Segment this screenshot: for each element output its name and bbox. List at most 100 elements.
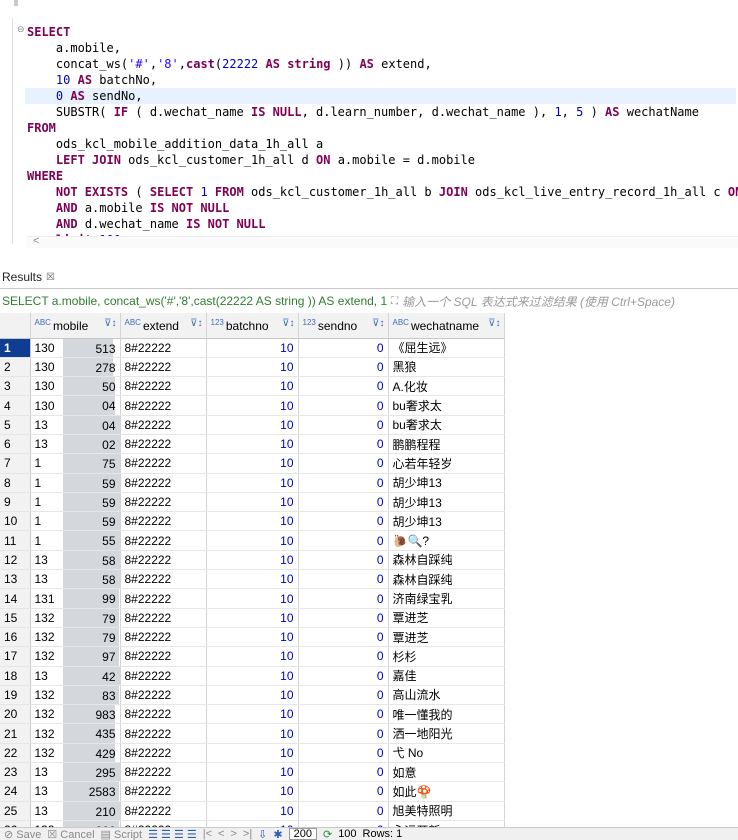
wechatname-cell[interactable]: 杉杉 bbox=[388, 646, 505, 667]
scroll-left-arrow-icon[interactable]: < bbox=[33, 235, 39, 247]
batchno-cell[interactable]: 10 bbox=[206, 627, 299, 648]
extend-cell[interactable]: 8#22222 bbox=[120, 376, 207, 397]
extend-cell[interactable]: 8#22222 bbox=[120, 357, 207, 378]
row-number[interactable]: 20 bbox=[0, 704, 31, 725]
table-row[interactable]: 23 13 295 8#22222 10 0 如意 bbox=[0, 762, 505, 783]
sendno-cell[interactable]: 0 bbox=[298, 415, 389, 435]
nav-next-icon[interactable]: > bbox=[230, 828, 236, 840]
wechatname-cell[interactable]: 高山流水 bbox=[388, 685, 505, 706]
mobile-cell[interactable]: 132 983 bbox=[30, 704, 121, 725]
row-number[interactable]: 22 bbox=[0, 743, 31, 764]
batchno-cell[interactable]: 10 bbox=[206, 743, 299, 764]
mobile-cell[interactable]: 13 58 bbox=[30, 569, 121, 590]
batchno-cell[interactable]: 10 bbox=[206, 357, 299, 378]
extend-cell[interactable]: 8#22222 bbox=[120, 704, 207, 725]
mobile-cell[interactable]: 132 83 bbox=[30, 685, 121, 706]
sendno-cell[interactable]: 0 bbox=[298, 473, 389, 493]
mobile-cell[interactable]: 131 99 bbox=[30, 588, 121, 609]
batchno-cell[interactable]: 10 bbox=[206, 820, 299, 827]
table-row[interactable]: 16 132 79 8#22222 10 0 覃进芝 bbox=[0, 627, 505, 648]
batchno-cell[interactable]: 10 bbox=[206, 434, 299, 455]
extend-cell[interactable]: 8#22222 bbox=[120, 646, 207, 667]
cancel-button[interactable]: ☒ Cancel bbox=[47, 828, 94, 840]
code-line[interactable]: SELECT bbox=[27, 24, 738, 40]
row-number[interactable]: 2 bbox=[0, 357, 31, 378]
table-row[interactable]: 21 132 435 8#22222 10 0 洒一地阳光 bbox=[0, 723, 505, 744]
sendno-cell[interactable]: 0 bbox=[298, 627, 389, 648]
table-row[interactable]: 10 1 59 8#22222 10 0 胡少坤13 bbox=[0, 511, 505, 532]
extend-cell[interactable]: 8#22222 bbox=[120, 569, 207, 590]
row-number[interactable]: 16 bbox=[0, 627, 31, 648]
wechatname-cell[interactable]: 如意 bbox=[388, 762, 505, 783]
code-line[interactable]: a.mobile, bbox=[27, 40, 738, 56]
wechatname-cell[interactable]: 森林自踩纯 bbox=[388, 550, 505, 571]
table-row[interactable]: 261330668#22222100永远开新 bbox=[0, 820, 505, 827]
wechatname-cell[interactable]: 唯一懂我的 bbox=[388, 704, 505, 725]
sql-editor[interactable]: ⊖ SELECT a.mobile, concat_ws('#','8',cas… bbox=[0, 0, 738, 248]
mobile-cell[interactable]: 133066 bbox=[30, 820, 121, 827]
row-number[interactable]: 7 bbox=[0, 453, 31, 474]
mobile-cell[interactable]: 13 42 bbox=[30, 666, 121, 686]
sendno-cell[interactable]: 0 bbox=[298, 608, 389, 628]
extend-cell[interactable]: 8#22222 bbox=[120, 781, 207, 802]
sendno-cell[interactable]: 0 bbox=[298, 492, 389, 513]
extend-cell[interactable]: 8#22222 bbox=[120, 666, 207, 686]
filter-input[interactable]: 输入一个 SQL 表达式来过滤结果 (使用 Ctrl+Space) bbox=[402, 293, 675, 310]
wechatname-cell[interactable]: 《屈生远》 bbox=[388, 338, 505, 358]
extend-cell[interactable]: 8#22222 bbox=[120, 338, 207, 358]
row-number[interactable]: 5 bbox=[0, 415, 31, 435]
extend-cell[interactable]: 8#22222 bbox=[120, 723, 207, 744]
row-number[interactable]: 12 bbox=[0, 550, 31, 571]
row-number[interactable]: 25 bbox=[0, 801, 31, 821]
results-grid[interactable]: ABC mobile ⊽↕ ABC extend ⊽↕ 123 batchno ⊽↕ 123… bbox=[0, 313, 738, 827]
script-button[interactable]: ▤ Script bbox=[101, 828, 143, 840]
table-row[interactable]: 4 130 04 8#22222 10 0 bu奢求太 bbox=[0, 395, 505, 416]
wechatname-cell[interactable]: 黑狼 bbox=[388, 357, 505, 378]
extend-cell[interactable]: 8#22222 bbox=[120, 492, 207, 513]
extend-cell[interactable]: 8#22222 bbox=[120, 550, 207, 571]
code-line[interactable]: SUBSTR( IF ( d.wechat_name IS NULL, d.le… bbox=[27, 104, 738, 120]
code-line[interactable]: ods_kcl_mobile_addition_data_1h_all a bbox=[27, 136, 738, 152]
table-row[interactable]: 18 13 42 8#22222 10 0 嘉佳 bbox=[0, 666, 505, 686]
mobile-cell[interactable]: 130 04 bbox=[30, 395, 121, 416]
fetch-next-icon[interactable]: ⇩ bbox=[258, 828, 267, 840]
nav-first-icon[interactable]: |< bbox=[203, 828, 212, 840]
wechatname-cell[interactable]: 永远开新 bbox=[388, 820, 505, 827]
mobile-cell[interactable]: 130 513 bbox=[30, 338, 121, 358]
fetch-settings-icon[interactable]: ✱ bbox=[273, 828, 282, 840]
batchno-cell[interactable]: 10 bbox=[206, 395, 299, 416]
close-tab-icon[interactable]: ☒ bbox=[46, 272, 55, 283]
table-row[interactable]: 14 131 99 8#22222 10 0 济南绿宝乳 bbox=[0, 588, 505, 609]
table-row[interactable]: 25 13 210 8#22222 10 0 旭美特照明 bbox=[0, 801, 505, 821]
sort-filter-icon[interactable]: ⊽↕ bbox=[282, 318, 294, 329]
batchno-cell[interactable]: 10 bbox=[206, 453, 299, 474]
mobile-cell[interactable]: 132 79 bbox=[30, 627, 121, 648]
batchno-cell[interactable]: 10 bbox=[206, 415, 299, 435]
extend-cell[interactable]: 8#22222 bbox=[120, 395, 207, 416]
sendno-cell[interactable]: 0 bbox=[298, 588, 389, 609]
batchno-cell[interactable]: 10 bbox=[206, 492, 299, 513]
row-number[interactable]: 24 bbox=[0, 781, 31, 802]
wechatname-cell[interactable]: 弋 No bbox=[388, 743, 505, 764]
mobile-cell[interactable]: 13 210 bbox=[30, 801, 121, 821]
sql-code[interactable]: SELECT a.mobile, concat_ws('#','8',cast(… bbox=[25, 24, 738, 248]
table-row[interactable]: 7 1 75 8#22222 10 0 心若年轻岁 bbox=[0, 453, 505, 474]
table-row[interactable]: 20 132 983 8#22222 10 0 唯一懂我的 bbox=[0, 704, 505, 725]
mobile-cell[interactable]: 132 97 bbox=[30, 646, 121, 667]
mobile-cell[interactable]: 1 59 bbox=[30, 492, 121, 513]
wechatname-cell[interactable]: 济南绿宝乳 bbox=[388, 588, 505, 609]
mobile-cell[interactable]: 13 2583 bbox=[30, 781, 121, 802]
table-row[interactable]: 2 130 278 8#22222 10 0 黑狼 bbox=[0, 357, 505, 378]
batchno-cell[interactable]: 10 bbox=[206, 666, 299, 686]
batchno-cell[interactable]: 10 bbox=[206, 801, 299, 821]
column-header-mobile[interactable]: ABC mobile ⊽↕ bbox=[30, 313, 121, 339]
mobile-cell[interactable]: 130 50 bbox=[30, 376, 121, 397]
extend-cell[interactable]: 8#22222 bbox=[120, 820, 207, 827]
sendno-cell[interactable]: 0 bbox=[298, 511, 389, 532]
nav-last-icon[interactable]: >| bbox=[243, 828, 252, 840]
mobile-cell[interactable]: 130 278 bbox=[30, 357, 121, 378]
batchno-cell[interactable]: 10 bbox=[206, 608, 299, 628]
row-number[interactable]: 8 bbox=[0, 473, 31, 493]
batchno-cell[interactable]: 10 bbox=[206, 704, 299, 725]
column-header-sendno[interactable]: 123 sendno ⊽↕ bbox=[298, 313, 389, 339]
